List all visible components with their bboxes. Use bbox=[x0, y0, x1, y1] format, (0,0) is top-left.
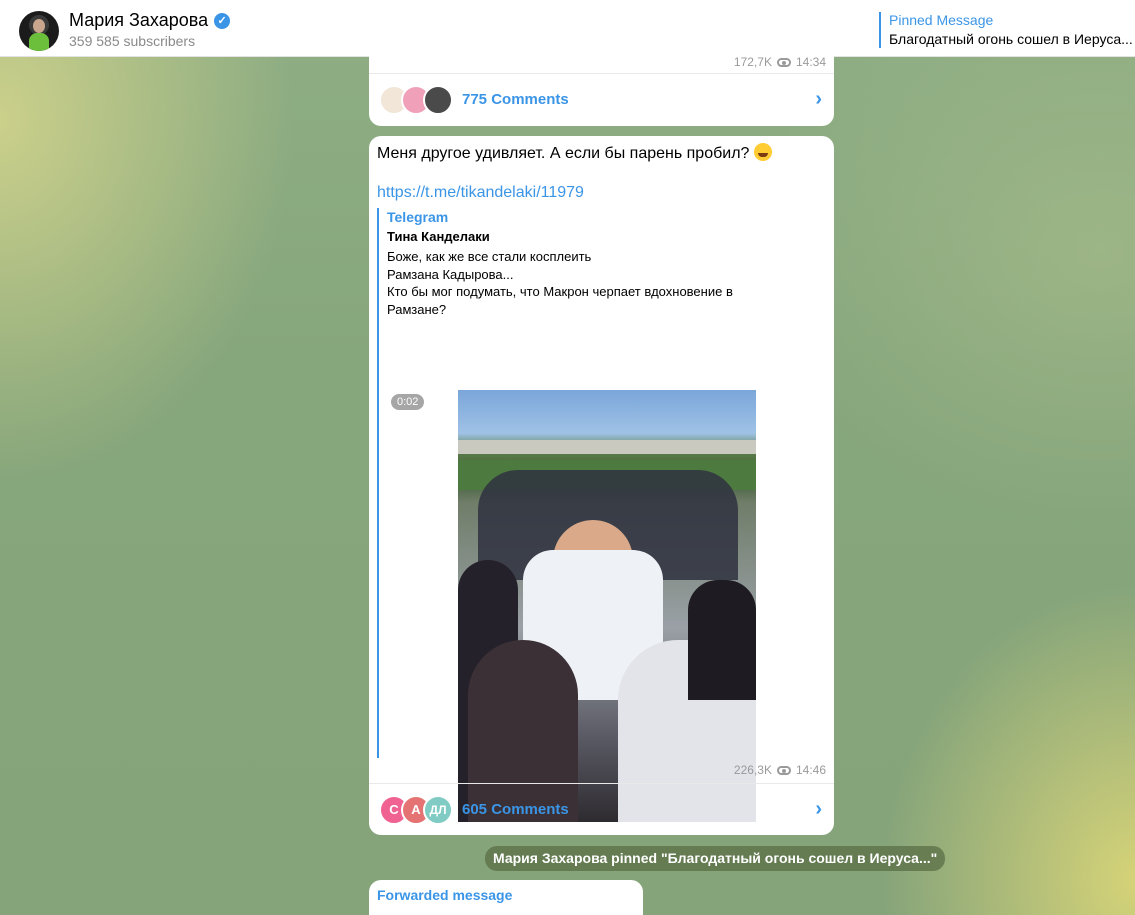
video-thumbnail[interactable] bbox=[458, 390, 756, 822]
message-time: 14:46 bbox=[795, 763, 826, 777]
comments-button[interactable]: 775 Comments › bbox=[369, 73, 834, 125]
subscriber-count: 359 585 subscribers bbox=[69, 33, 196, 49]
view-count: 172,7K bbox=[733, 55, 772, 69]
video-duration: 0:02 bbox=[391, 394, 425, 410]
link-preview[interactable]: Telegram Тина Канделаки Боже, как же все… bbox=[377, 208, 829, 822]
channel-title[interactable]: Мария Захарова ✓ bbox=[69, 10, 231, 31]
commenter-avatars bbox=[379, 85, 455, 115]
message-text-content: Меня другое удивляет. А если бы парень п… bbox=[377, 145, 750, 162]
preview-title: Тина Канделаки bbox=[387, 229, 490, 244]
message-bubble: Forwarded message bbox=[369, 880, 643, 915]
message-link[interactable]: https://t.me/tikandelaki/11979 bbox=[377, 184, 584, 202]
comments-button[interactable]: С А ДЛ 605 Comments › bbox=[369, 783, 834, 835]
video-stands bbox=[458, 440, 756, 454]
eye-icon bbox=[776, 765, 791, 775]
channel-name: Мария Захарова bbox=[69, 10, 209, 30]
preview-site-name: Telegram bbox=[387, 209, 449, 225]
video-hair-right bbox=[688, 580, 756, 700]
preview-line: Рамзана Кадырова... bbox=[387, 266, 514, 282]
commenter-avatars: С А ДЛ bbox=[379, 795, 455, 825]
comments-label: 605 Comments bbox=[462, 801, 569, 818]
preview-line: Боже, как же все стали косплеить bbox=[387, 249, 592, 264]
commenter-avatar bbox=[423, 85, 453, 115]
pinned-message-title: Pinned Message bbox=[889, 12, 994, 28]
preview-line: Кто бы мог подумать, что Макрон черпает … bbox=[387, 284, 733, 299]
message-meta: 226,3K 14:46 bbox=[734, 763, 826, 777]
preview-line: Рамзане? bbox=[387, 301, 447, 317]
message-bubble: Меня другое удивляет. А если бы парень п… bbox=[369, 136, 834, 835]
message-meta: 172,7K 14:34 bbox=[734, 55, 826, 69]
commenter-avatar: ДЛ bbox=[423, 795, 453, 825]
comments-label: 775 Comments bbox=[462, 91, 569, 108]
view-count: 226,3K bbox=[733, 763, 772, 777]
verified-badge-icon: ✓ bbox=[214, 12, 231, 29]
chevron-right-icon: › bbox=[815, 798, 822, 820]
message-time: 14:34 bbox=[795, 55, 826, 69]
chevron-right-icon: › bbox=[815, 88, 822, 110]
laughing-crying-emoji-icon bbox=[753, 143, 772, 161]
preview-description: Боже, как же все стали косплеить Рамзана… bbox=[387, 248, 787, 318]
message-bubble: 172,7K 14:34 775 Comments › bbox=[369, 40, 834, 126]
eye-icon bbox=[776, 57, 791, 67]
forwarded-label[interactable]: Forwarded message bbox=[377, 887, 512, 903]
message-text: Меня другое удивляет. А если бы парень п… bbox=[377, 143, 772, 163]
service-message[interactable]: Мария Захарова pinned "Благодатный огонь… bbox=[485, 846, 946, 871]
pinned-message-bar[interactable]: Pinned Message Благодатный огонь сошел в… bbox=[879, 12, 1133, 48]
pinned-message-text: Благодатный огонь сошел в Иеруса... bbox=[889, 31, 1133, 47]
channel-avatar[interactable] bbox=[19, 11, 59, 51]
